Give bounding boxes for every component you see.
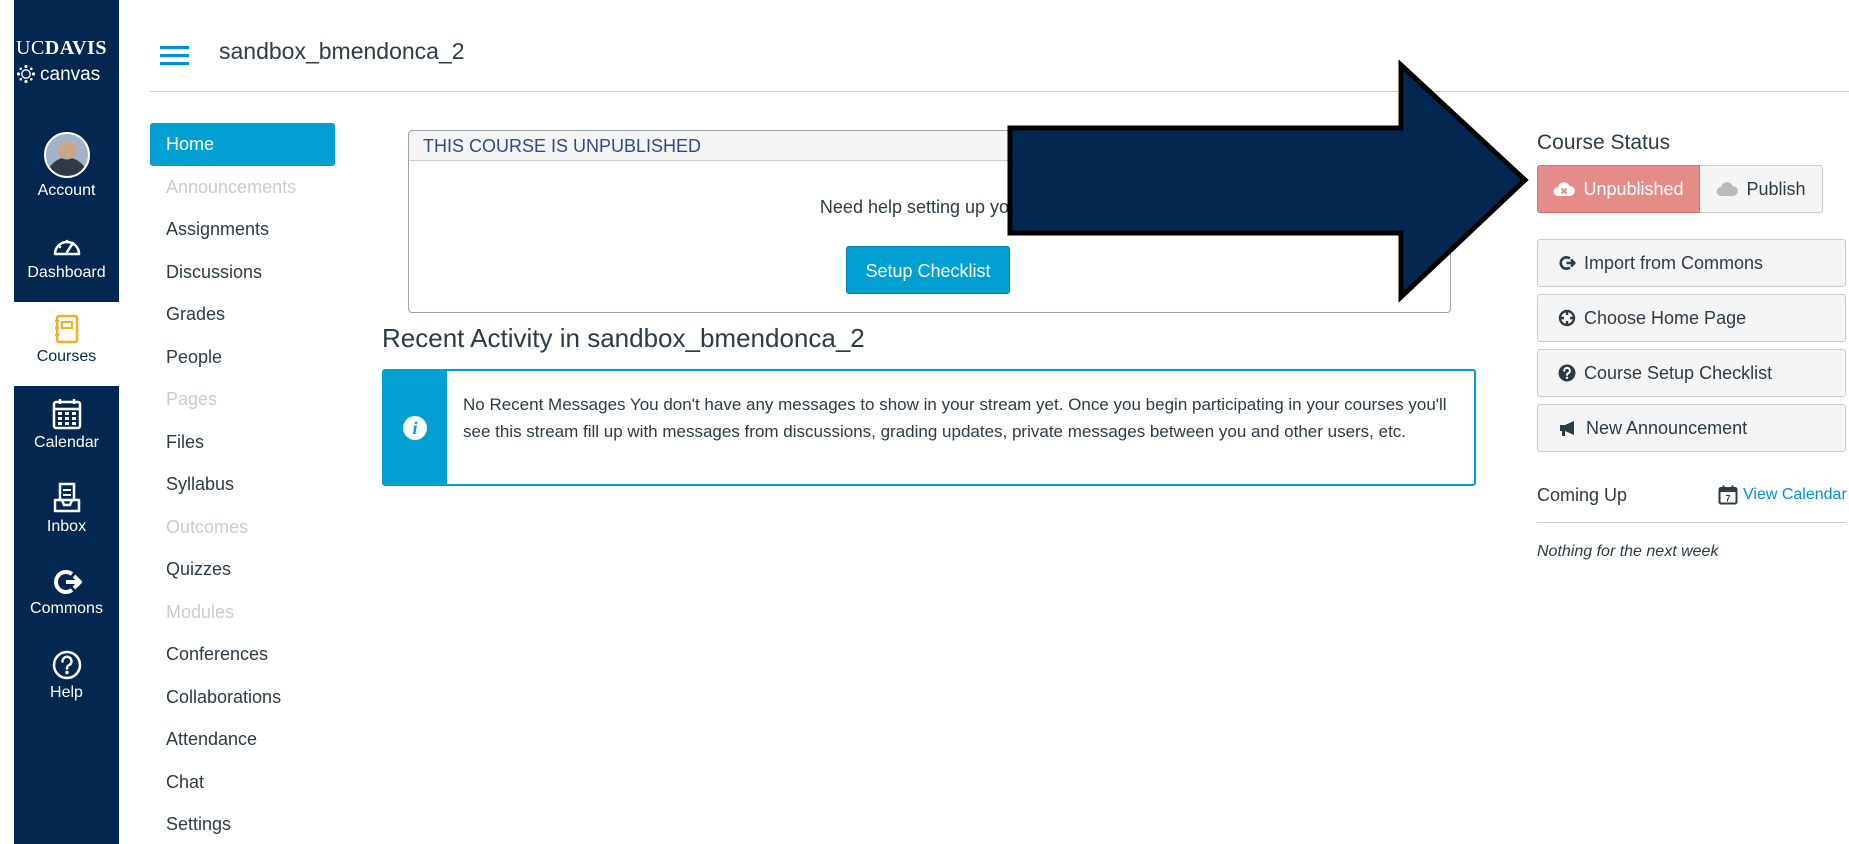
inbox-icon	[53, 482, 80, 513]
breadcrumb-course-title[interactable]: sandbox_bmendonca_2	[219, 38, 465, 65]
course-status-toggle: Unpublished Publish	[1537, 165, 1823, 213]
course-setup-checklist-label: Course Setup Checklist	[1584, 362, 1773, 383]
brand-uc: UC	[16, 37, 45, 59]
recent-messages-text: No Recent Messages You don't have any me…	[463, 395, 1447, 441]
course-nav-grades[interactable]: Grades	[150, 293, 335, 336]
course-nav-syllabus[interactable]: Syllabus	[150, 463, 335, 506]
unpublished-label: Unpublished	[1583, 178, 1684, 199]
brand-davis: DAVIS	[44, 37, 107, 59]
global-nav-account-label: Account	[37, 182, 96, 199]
global-nav-commons-label: Commons	[30, 600, 103, 617]
view-calendar-label: View Calendar	[1743, 486, 1847, 503]
course-nav-home[interactable]: Home	[150, 123, 335, 166]
commons-icon	[1559, 256, 1576, 270]
view-calendar-link[interactable]: 7 View Calendar	[1718, 485, 1847, 505]
global-nav-calendar[interactable]: Calendar	[14, 398, 119, 452]
course-nav-settings[interactable]: Settings	[150, 803, 335, 844]
info-icon: i	[403, 416, 427, 440]
unpublished-button[interactable]: Unpublished	[1537, 165, 1700, 213]
course-menu-toggle[interactable]	[160, 46, 189, 66]
course-nav-attendance[interactable]: Attendance	[150, 718, 335, 761]
coming-up-divider	[1537, 522, 1846, 523]
global-nav-inbox[interactable]: Inbox	[14, 482, 119, 536]
publish-label: Publish	[1746, 178, 1806, 199]
global-nav-account[interactable]: Account	[14, 132, 119, 200]
global-nav-help-label: Help	[50, 684, 83, 701]
choose-home-page-button[interactable]: Choose Home Page	[1537, 294, 1846, 342]
course-nav-conferences[interactable]: Conferences	[150, 633, 335, 676]
import-from-commons-button[interactable]: Import from Commons	[1537, 239, 1846, 287]
global-nav-help[interactable]: Help	[14, 650, 119, 702]
course-nav-files[interactable]: Files	[150, 421, 335, 464]
brand-canvas: canvas	[40, 63, 101, 85]
hamburger-icon	[160, 46, 189, 49]
target-icon	[1558, 309, 1576, 327]
course-nav-assignments[interactable]: Assignments	[150, 208, 335, 251]
course-nav-people[interactable]: People	[150, 336, 335, 379]
course-nav-chat[interactable]: Chat	[150, 761, 335, 804]
global-nav-dashboard-label: Dashboard	[27, 264, 106, 281]
choose-home-page-label: Choose Home Page	[1584, 307, 1747, 328]
new-announcement-button[interactable]: New Announcement	[1537, 404, 1846, 452]
course-nav-outcomes[interactable]: Outcomes	[150, 506, 335, 549]
canvas-logo-icon	[16, 64, 36, 84]
global-nav-commons[interactable]: Commons	[14, 568, 119, 618]
calendar-day-icon: 7	[1718, 485, 1738, 505]
commons-icon	[53, 570, 82, 594]
recent-activity-title: Recent Activity in sandbox_bmendonca_2	[382, 323, 865, 353]
avatar	[43, 132, 90, 178]
new-announcement-label: New Announcement	[1586, 417, 1748, 438]
cloud-icon	[1716, 182, 1739, 196]
canvas-course-page: UCDAVIS canvas Account Dashboard Courses…	[0, 0, 1849, 844]
global-nav: UCDAVIS canvas Account Dashboard Courses…	[14, 0, 119, 844]
annotation-arrow	[1007, 60, 1529, 303]
dashboard-icon	[53, 239, 80, 256]
calendar-day-number: 7	[1725, 494, 1730, 504]
import-from-commons-label: Import from Commons	[1584, 252, 1764, 273]
course-nav-discussions[interactable]: Discussions	[150, 251, 335, 294]
global-nav-calendar-label: Calendar	[34, 434, 99, 451]
courses-icon	[54, 314, 78, 344]
ucdavis-canvas-logo[interactable]: UCDAVIS canvas	[14, 38, 119, 84]
coming-up-empty-message: Nothing for the next week	[1537, 543, 1719, 560]
calendar-icon	[52, 399, 81, 430]
global-nav-courses-label: Courses	[36, 348, 97, 365]
coming-up-heading: Coming Up	[1537, 485, 1628, 505]
course-setup-checklist-button[interactable]: Course Setup Checklist	[1537, 349, 1846, 397]
setup-checklist-button[interactable]: Setup Checklist	[846, 246, 1010, 294]
course-nav-quizzes[interactable]: Quizzes	[150, 548, 335, 591]
global-nav-courses[interactable]: Courses	[14, 302, 119, 386]
question-icon	[1558, 364, 1576, 382]
course-status-title: Course Status	[1537, 131, 1671, 154]
help-icon	[52, 650, 81, 680]
global-nav-dashboard[interactable]: Dashboard	[14, 232, 119, 282]
megaphone-icon	[1560, 421, 1574, 436]
recent-messages-alert: i No Recent Messages You don't have any …	[382, 369, 1476, 486]
publish-button[interactable]: Publish	[1700, 165, 1823, 213]
course-nav-modules[interactable]: Modules	[150, 591, 335, 634]
global-nav-inbox-label: Inbox	[46, 518, 87, 535]
course-nav-announcements[interactable]: Announcements	[150, 166, 335, 209]
course-nav-pages[interactable]: Pages	[150, 378, 335, 421]
cloud-x-icon	[1553, 182, 1576, 196]
course-nav: Home Announcements Assignments Discussio…	[150, 123, 335, 844]
course-nav-collaborations[interactable]: Collaborations	[150, 676, 335, 719]
